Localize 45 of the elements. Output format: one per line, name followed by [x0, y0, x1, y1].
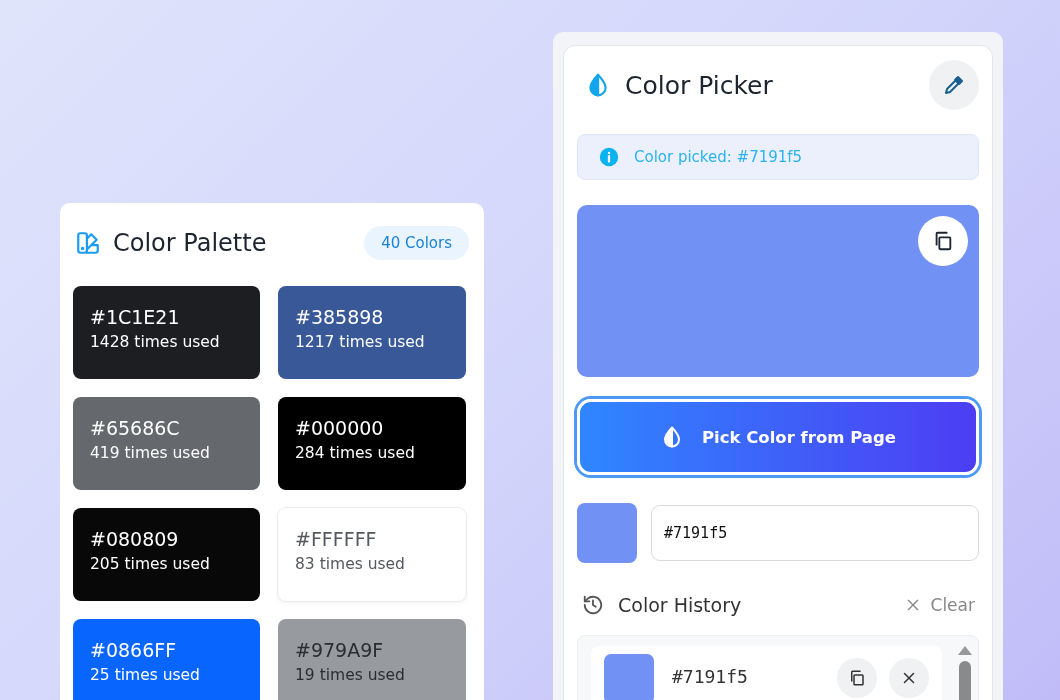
color-swatch[interactable]: #385898 1217 times used: [278, 286, 466, 379]
color-count-badge: 40 Colors: [364, 226, 469, 260]
history-item[interactable]: #7191f5: [591, 646, 942, 700]
swatch-usage: 284 times used: [295, 444, 416, 462]
swatch-usage: 25 times used: [90, 666, 201, 684]
remove-button[interactable]: [889, 658, 929, 698]
color-swatch[interactable]: #000000 284 times used: [278, 397, 466, 490]
swatch-hex: #979A9F: [295, 639, 385, 661]
color-swatch[interactable]: #1C1E21 1428 times used: [73, 286, 260, 379]
copy-icon: [848, 669, 866, 687]
swatch-usage: 19 times used: [295, 666, 406, 684]
picker-title: Color Picker: [625, 70, 774, 100]
eyedropper-button[interactable]: [929, 60, 979, 110]
color-swatch[interactable]: #65686C 419 times used: [73, 397, 260, 490]
pick-color-button[interactable]: Pick Color from Page: [577, 399, 979, 475]
color-swatch[interactable]: #FFFFFF 83 times used: [278, 508, 466, 601]
copy-button[interactable]: [837, 658, 877, 698]
swatch-usage: 419 times used: [90, 444, 211, 462]
history-swatch: [604, 654, 654, 700]
swatch-usage: 1428 times used: [90, 333, 221, 351]
history-hex: #7191f5: [672, 666, 749, 688]
palette-icon: [75, 230, 101, 256]
swatch-hex: #0866FF: [90, 639, 178, 661]
swatch-hex: #000000: [295, 417, 385, 439]
alert-text: Color picked: #7191f5: [634, 148, 803, 166]
swatch-hex: #1C1E21: [90, 306, 181, 328]
color-swatch[interactable]: #080809 205 times used: [73, 508, 260, 601]
color-swatch[interactable]: #0866FF 25 times used: [73, 619, 260, 700]
swatch-hex: #65686C: [90, 417, 181, 439]
swatch-hex: #FFFFFF: [295, 528, 378, 550]
eyedropper-icon: [942, 73, 966, 97]
swatch-hex: #385898: [295, 306, 385, 328]
clear-button[interactable]: Clear: [904, 595, 979, 615]
swatch-usage: 83 times used: [295, 555, 406, 573]
palette-title: Color Palette: [113, 229, 268, 257]
color-swatch[interactable]: #979A9F 19 times used: [278, 619, 466, 700]
swatch-usage: 1217 times used: [295, 333, 426, 351]
history-title: Color History: [618, 594, 743, 616]
history-icon: [582, 594, 604, 616]
swatch-usage: 205 times used: [90, 555, 211, 573]
copy-button[interactable]: [918, 216, 968, 266]
current-color-swatch: [577, 503, 637, 563]
swatch-hex: #080809: [90, 528, 180, 550]
info-icon: [598, 146, 620, 168]
hex-input-field[interactable]: #7191f5: [651, 505, 979, 561]
